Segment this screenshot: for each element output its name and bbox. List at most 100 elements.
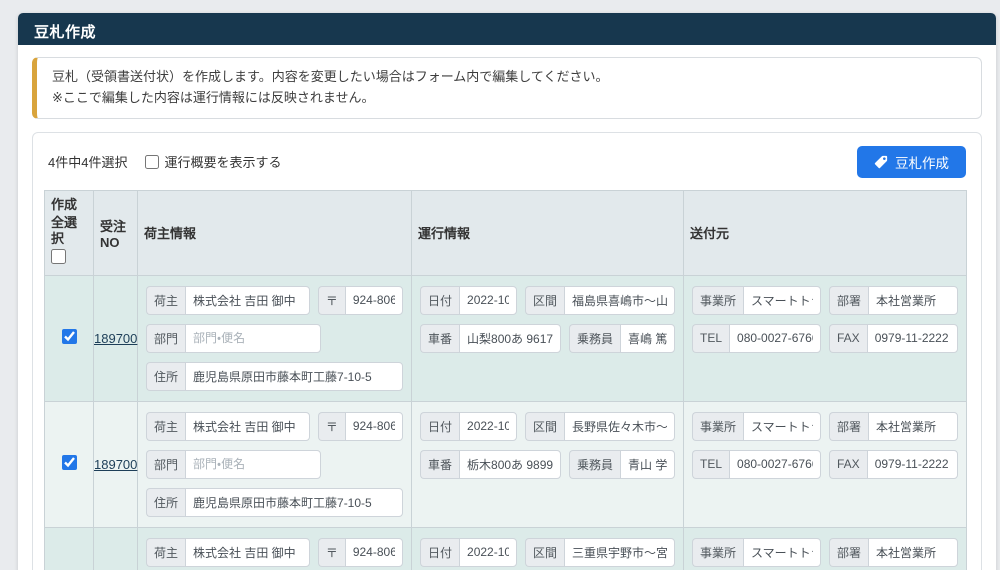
row-select-cell <box>45 275 94 401</box>
postal-input[interactable] <box>345 412 403 441</box>
tel-label: TEL <box>692 450 729 479</box>
office-input[interactable] <box>743 538 821 567</box>
order-no-link[interactable]: 189700 <box>94 331 137 346</box>
shipper-input[interactable] <box>185 412 310 441</box>
address-input[interactable] <box>185 488 403 517</box>
department-input[interactable] <box>185 450 321 479</box>
tel-input[interactable] <box>729 324 821 353</box>
header-sender: 送付元 <box>684 190 967 275</box>
office-label: 事業所 <box>692 286 743 315</box>
department-label: 部門 <box>146 324 185 353</box>
sender-cell: 事業所 部署 TEL FAX <box>684 527 967 570</box>
office-label: 事業所 <box>692 538 743 567</box>
date-input[interactable] <box>459 538 517 567</box>
shipper-label: 荷主 <box>146 286 185 315</box>
overview-toggle-checkbox[interactable] <box>145 155 159 169</box>
fax-label: FAX <box>829 324 867 353</box>
table-row: 189700 荷主 〒 部門 住所 <box>45 401 967 527</box>
shipper-label: 荷主 <box>146 538 185 567</box>
card-body: 豆札（受領書送付状）を作成します。内容を変更したい場合はフォーム内で編集してくだ… <box>18 45 996 570</box>
postal-label: 〒 <box>318 412 345 441</box>
select-all-checkbox[interactable] <box>51 249 66 264</box>
mametuda-card: 豆札作成 豆札（受領書送付状）を作成します。内容を変更したい場合はフォーム内で編… <box>18 13 996 570</box>
row-select-cell <box>45 527 94 570</box>
office-label: 事業所 <box>692 412 743 441</box>
overview-toggle[interactable]: 運行概要を表示する <box>145 152 281 171</box>
date-label: 日付 <box>420 538 459 567</box>
crew-label: 乗務員 <box>569 450 620 479</box>
row-select-checkbox[interactable] <box>62 329 77 344</box>
division-label: 部署 <box>829 412 868 441</box>
header-create-label: 作成 <box>51 197 87 213</box>
create-mametuda-button-label: 豆札作成 <box>895 152 949 172</box>
operation-info-cell: 日付 区間 車番 乗務員 <box>412 527 684 570</box>
office-input[interactable] <box>743 412 821 441</box>
sender-cell: 事業所 部署 TEL FAX <box>684 275 967 401</box>
operation-info-cell: 日付 区間 車番 乗務員 <box>412 275 684 401</box>
shipper-info-cell: 荷主 〒 部門 住所 <box>138 527 412 570</box>
sender-cell: 事業所 部署 TEL FAX <box>684 401 967 527</box>
row-select-checkbox[interactable] <box>62 455 77 470</box>
vehicle-input[interactable] <box>459 450 561 479</box>
division-input[interactable] <box>868 538 958 567</box>
orders-table: 作成 全選択 受注NO 荷主情報 運行情報 送付元 <box>44 190 967 570</box>
division-input[interactable] <box>868 412 958 441</box>
crew-input[interactable] <box>620 450 675 479</box>
order-no-cell: 189700 <box>94 527 138 570</box>
postal-label: 〒 <box>318 286 345 315</box>
table-header-row: 作成 全選択 受注NO 荷主情報 運行情報 送付元 <box>45 190 967 275</box>
postal-label: 〒 <box>318 538 345 567</box>
shipper-info-cell: 荷主 〒 部門 住所 <box>138 275 412 401</box>
vehicle-input[interactable] <box>459 324 561 353</box>
date-label: 日付 <box>420 286 459 315</box>
order-no-cell: 189700 <box>94 401 138 527</box>
department-label: 部門 <box>146 450 185 479</box>
shipper-info-cell: 荷主 〒 部門 住所 <box>138 401 412 527</box>
postal-input[interactable] <box>345 286 403 315</box>
office-input[interactable] <box>743 286 821 315</box>
department-input[interactable] <box>185 324 321 353</box>
header-order-no: 受注NO <box>94 190 138 275</box>
tag-icon <box>874 155 888 169</box>
address-input[interactable] <box>185 362 403 391</box>
operation-info-cell: 日付 区間 車番 乗務員 <box>412 401 684 527</box>
tel-input[interactable] <box>729 450 821 479</box>
table-body: 189700 荷主 〒 部門 住所 <box>45 275 967 570</box>
division-input[interactable] <box>868 286 958 315</box>
info-alert: 豆札（受領書送付状）を作成します。内容を変更したい場合はフォーム内で編集してくだ… <box>32 57 982 119</box>
header-operation-info: 運行情報 <box>412 190 684 275</box>
division-label: 部署 <box>829 538 868 567</box>
shipper-input[interactable] <box>185 286 310 315</box>
overview-toggle-label: 運行概要を表示する <box>164 152 281 171</box>
vehicle-label: 車番 <box>420 324 459 353</box>
date-input[interactable] <box>459 286 517 315</box>
section-label: 区間 <box>525 286 564 315</box>
fax-label: FAX <box>829 450 867 479</box>
header-shipper-info: 荷主情報 <box>138 190 412 275</box>
selection-summary: 4件中4件選択 <box>48 152 127 171</box>
create-mametuda-button[interactable]: 豆札作成 <box>857 146 966 178</box>
crew-input[interactable] <box>620 324 675 353</box>
address-label: 住所 <box>146 488 185 517</box>
vehicle-label: 車番 <box>420 450 459 479</box>
fax-input[interactable] <box>867 450 958 479</box>
section-label: 区間 <box>525 538 564 567</box>
shipper-input[interactable] <box>185 538 310 567</box>
order-no-link[interactable]: 189700 <box>94 457 137 472</box>
section-input[interactable] <box>564 538 675 567</box>
page-title: 豆札作成 <box>18 13 996 45</box>
tel-label: TEL <box>692 324 729 353</box>
section-label: 区間 <box>525 412 564 441</box>
list-panel: 4件中4件選択 運行概要を表示する 豆札作成 <box>32 132 982 570</box>
shipper-label: 荷主 <box>146 412 185 441</box>
section-input[interactable] <box>564 286 675 315</box>
row-select-cell <box>45 401 94 527</box>
table-row: 189700 荷主 〒 部門 住所 <box>45 527 967 570</box>
postal-input[interactable] <box>345 538 403 567</box>
section-input[interactable] <box>564 412 675 441</box>
fax-input[interactable] <box>867 324 958 353</box>
header-select-all: 作成 全選択 <box>45 190 94 275</box>
crew-label: 乗務員 <box>569 324 620 353</box>
date-input[interactable] <box>459 412 517 441</box>
order-no-cell: 189700 <box>94 275 138 401</box>
